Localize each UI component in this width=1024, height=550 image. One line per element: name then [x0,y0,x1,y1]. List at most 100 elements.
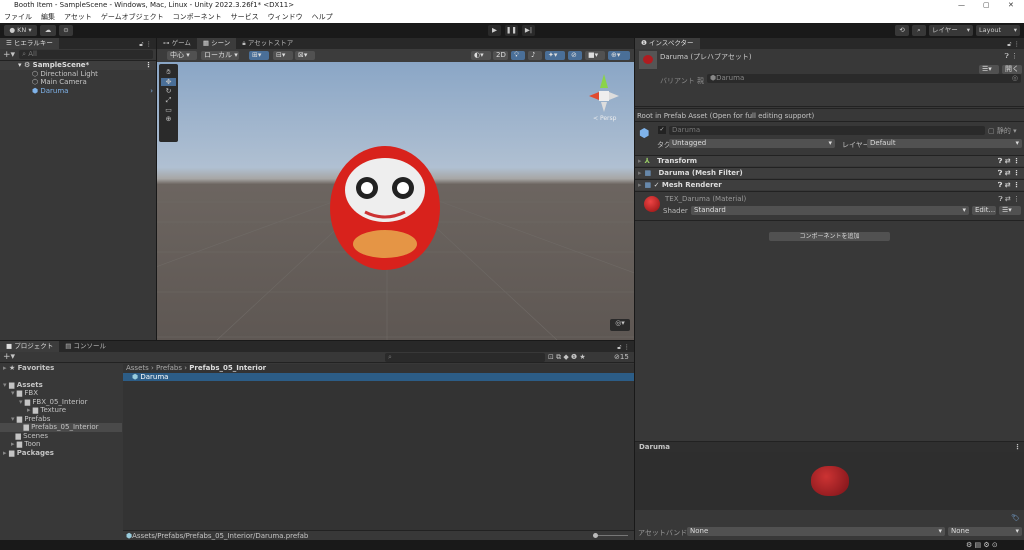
rect-tool-icon[interactable]: ▭ [165,106,172,114]
project-tree-item[interactable]: ▆ Prefabs_05_Interior [0,423,122,432]
menu-gameobject[interactable]: ゲームオブジェクト [101,11,164,23]
scene-viewport[interactable]: ✋︎ ✥ ↻ ⤢ ▭ ⊕ ≺ Persp ◎▾ [157,62,634,340]
component-menu-icon[interactable]: ❓︎ ⇄ ⋮ [998,168,1020,179]
project-tree-item[interactable]: ▾ ▆ FBX [0,389,122,398]
tab-project[interactable]: ■ プロジェクト [0,341,60,352]
persp-label[interactable]: ≺ Persp [593,115,616,122]
tab-hierarchy[interactable]: ☰ ヒエラルキー [0,38,59,49]
audio-toggle[interactable]: ♪ [528,51,542,60]
menu-file[interactable]: ファイル [4,11,32,23]
hierarchy-item[interactable]: ⬡ Directional Light [0,70,156,79]
add-component-button[interactable]: コンポーネントを追加 [769,232,890,241]
menu-help[interactable]: ヘルプ [312,11,333,23]
component-mesh-renderer[interactable]: ▸ ▦ ✓ Mesh Renderer ❓︎ ⇄ ⋮ [635,179,1024,190]
tab-console[interactable]: ▤ コンソール [59,341,112,352]
edit-shader-button[interactable]: Edit... [972,206,996,215]
hand-tool-icon[interactable]: ✋︎ [167,68,171,77]
component-menu-icon[interactable]: ❓︎ ⇄ ⋮ [998,180,1020,191]
snap-button[interactable]: ⊟▾ [273,51,293,60]
hidden-toggle[interactable]: ⊘ [568,51,582,60]
label-icon[interactable]: 🏷︎ [1011,514,1020,522]
scale-tool-icon[interactable]: ⤢ [166,96,172,105]
component-mesh-filter[interactable]: ▸ ▦ Daruma (Mesh Filter) ❓︎ ⇄ ⋮ [635,167,1024,178]
tab-game[interactable]: ⊶ ゲーム [157,38,197,49]
project-tree-item[interactable]: ▾ ▆ Assets [0,381,122,390]
shader-menu-dropdown[interactable]: ☰▾ [999,206,1021,215]
breadcrumb-item[interactable]: Prefabs [156,364,182,372]
grid-snap-button[interactable]: ⊞▾ [249,51,269,60]
tab-inspector[interactable]: ❶ インスペクター [635,38,700,49]
help-icon[interactable]: ❓︎ ⋮ [1005,52,1018,61]
active-checkbox[interactable]: ✓ [658,126,666,134]
hierarchy-item[interactable]: ⬡ Main Camera [0,78,156,87]
component-transform[interactable]: ▸ ⅄ Transform ❓︎ ⇄ ⋮ [635,155,1024,166]
static-toggle[interactable]: ▢ 静的 ▾ [988,126,1017,136]
material-menu-icon[interactable]: ❓︎ ⇄ ⋮ [998,195,1020,204]
overrides-dropdown[interactable]: ☰▾ [979,65,999,74]
scene-camera-overlay[interactable]: ◎▾ [610,319,630,331]
menu-services[interactable]: サービス [231,11,259,23]
space-dropdown[interactable]: ローカル ▾ [201,51,239,60]
asset-item[interactable]: ⬢ Daruma [123,372,634,381]
bundle-variant-dropdown[interactable]: None ▾ [948,527,1022,536]
close-button[interactable]: ✕ [1008,0,1014,11]
effects-dropdown[interactable]: ✦▾ [545,51,565,60]
collab-icon[interactable]: ⊙ [59,25,73,36]
project-tree-item[interactable]: ▾ ▆ FBX_05_Interior [0,398,122,407]
preview-header[interactable]: Daruma ⋮ [635,441,1024,452]
name-field[interactable]: Daruma [669,126,985,135]
history-icon[interactable]: ⟲ [895,25,909,36]
move-tool-icon[interactable]: ✥ [161,78,176,86]
rotate-tool-icon[interactable]: ↻ [166,87,172,95]
asset-bundle-dropdown[interactable]: None ▾ [687,527,945,536]
project-tree-item[interactable]: ▸ ▆ Packages [0,449,122,458]
project-tree-item[interactable]: ▾ ▆ Prefabs [0,415,122,424]
layer-dropdown[interactable]: Default ▾ [867,139,1022,148]
lock-icon[interactable]: 🔓︎ ⋮ [1007,40,1024,49]
scene-row[interactable]: ▾ ⚙ SampleScene* ⋮ [0,61,156,70]
tab-asset-store[interactable]: 🔒︎ アセットストア [236,38,299,49]
maximize-button[interactable]: ▢ [983,0,990,11]
account-button[interactable]: ● KN ▾ [4,25,37,36]
lighting-toggle[interactable]: 💡︎ [511,51,525,60]
menu-window[interactable]: ウィンドウ [268,11,303,23]
project-tree-item[interactable]: ▸ ▆ Texture [0,406,122,415]
open-prefab-button[interactable]: 開く [1002,65,1022,74]
increment-snap-button[interactable]: ⊠▾ [295,51,315,60]
enabled-checkbox[interactable]: ✓ [654,181,660,189]
menu-edit[interactable]: 編集 [41,11,55,23]
play-button[interactable]: ▶ [488,25,501,36]
pivot-dropdown[interactable]: 中心 ▾ [167,51,197,60]
status-bar-icons[interactable]: ⚙ ▤ ⚙ ⊙ [966,541,998,549]
variant-parent-field[interactable]: ⬢Daruma ◎ [707,74,1021,83]
menu-assets[interactable]: アセット [64,11,92,23]
orientation-gizmo[interactable] [581,66,621,116]
search-filters-icon[interactable]: ⊡ ⧉ ◆ ❶ ★ [548,352,586,363]
transform-tool-icon[interactable]: ⊕ [166,115,172,123]
layout-dropdown[interactable]: Layout ▾ [976,25,1020,36]
component-menu-icon[interactable]: ❓︎ ⇄ ⋮ [998,156,1020,167]
minimize-button[interactable]: — [958,0,965,11]
lock-icon[interactable]: 🔓︎ ⋮ [617,343,634,352]
layers-dropdown[interactable]: レイヤー ▾ [929,25,973,36]
2d-toggle[interactable]: 2D [493,51,508,60]
tab-scene[interactable]: ▦ シーン [196,38,237,49]
hidden-packages-count[interactable]: ⊘15 [614,352,629,363]
create-asset-button[interactable]: +▾ [3,352,15,363]
project-search-input[interactable]: ⌕ [385,353,545,362]
create-button[interactable]: +▾ [3,50,15,60]
breadcrumb-item[interactable]: Prefabs_05_Interior [189,364,266,372]
breadcrumb-item[interactable]: Assets [126,364,149,372]
step-button[interactable]: ▶| [522,25,535,36]
cloud-icon[interactable]: ☁ [40,25,56,36]
menu-component[interactable]: コンポーネント [173,11,222,23]
pause-button[interactable]: ❚❚ [505,25,518,36]
draw-mode-dropdown[interactable]: ◐▾ [471,51,491,60]
camera-dropdown[interactable]: ■▾ [585,51,605,60]
project-tree-item[interactable]: ▸ ★ Favorites [0,364,122,373]
search-icon[interactable]: ⌕ [912,25,926,36]
shader-dropdown[interactable]: Standard ▾ [691,206,969,215]
lock-icon[interactable]: 🔓︎ ⋮ [139,40,156,49]
hierarchy-item[interactable]: ⬢ Daruma › [0,87,156,96]
tag-dropdown[interactable]: Untagged ▾ [669,139,835,148]
